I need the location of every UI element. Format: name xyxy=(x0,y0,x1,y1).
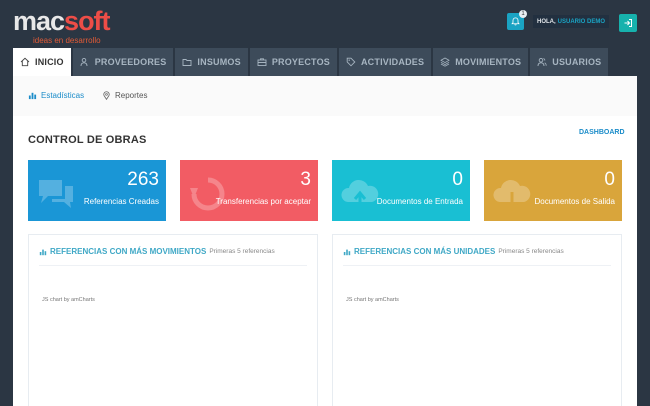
notification-count-badge: 1 xyxy=(519,10,527,18)
tab-insumos[interactable]: INSUMOS xyxy=(175,48,248,76)
tab-actividades-label: ACTIVIDADES xyxy=(360,57,425,67)
users-icon xyxy=(80,57,88,67)
folder-icon xyxy=(182,59,192,66)
tab-usuarios[interactable]: USUARIOS xyxy=(530,48,609,76)
user-menu[interactable]: HOLA, USUARIO DEMO xyxy=(533,15,609,28)
stat-documentos-salida[interactable]: 0 Documentos de Salida xyxy=(484,160,622,221)
logo-wordmark: macsoft xyxy=(13,6,111,36)
panel-referencias-unidades: REFERENCIAS CON MÁS UNIDADES Primeras 5 … xyxy=(332,234,622,406)
users-icon xyxy=(537,57,547,67)
stat-label: Referencias Creadas xyxy=(83,197,159,206)
bar-chart-icon xyxy=(343,249,351,255)
layers-icon xyxy=(440,57,451,67)
sub-navigation: Estadísticas Reportes xyxy=(13,76,637,116)
divider xyxy=(39,265,307,266)
subnav-reportes[interactable]: Reportes xyxy=(102,91,147,100)
tab-inicio[interactable]: INICIO xyxy=(13,48,71,76)
home-icon xyxy=(20,57,30,67)
stat-transferencias[interactable]: 3 Transferencias por aceptar xyxy=(180,160,318,221)
top-header: macsoft ideas en desarrollo 1 HOLA, USUA… xyxy=(0,0,650,46)
panel-referencias-movimientos: REFERENCIAS CON MÁS MOVIMIENTOS Primeras… xyxy=(28,234,318,406)
subnav-estadisticas[interactable]: Estadísticas xyxy=(28,91,84,100)
stat-value: 3 xyxy=(300,169,311,190)
tab-movimientos-label: MOVIMIENTOS xyxy=(455,57,522,67)
refresh-icon xyxy=(190,177,225,211)
logo[interactable]: macsoft ideas en desarrollo xyxy=(13,6,111,46)
tab-proyectos[interactable]: PROYECTOS xyxy=(249,48,337,76)
logout-button[interactable] xyxy=(619,14,637,32)
briefcase-icon xyxy=(257,58,267,66)
panel-header: REFERENCIAS CON MÁS MOVIMIENTOS Primeras… xyxy=(39,247,275,256)
subnav-reportes-label: Reportes xyxy=(115,91,148,100)
stat-referencias-creadas[interactable]: 263 Referencias Creadas xyxy=(28,160,166,221)
divider xyxy=(343,265,611,266)
username-text: USUARIO DEMO xyxy=(557,18,605,25)
panel-header: REFERENCIAS CON MÁS UNIDADES Primeras 5 … xyxy=(343,247,564,256)
bar-chart-icon xyxy=(39,249,47,255)
chart-credit-link[interactable]: JS chart by amCharts xyxy=(346,297,399,303)
map-pin-icon xyxy=(103,91,110,100)
panel-subtitle: Primeras 5 referencias xyxy=(209,248,275,255)
content-area: CONTROL DE OBRAS DASHBOARD 263 Referenci… xyxy=(13,116,637,406)
stat-documentos-entrada[interactable]: 0 Documentos de Entrada xyxy=(332,160,470,221)
tab-proveedores-label: PROVEEDORES xyxy=(94,57,167,67)
stat-label: Documentos de Salida xyxy=(534,197,616,206)
dashboard-link[interactable]: DASHBOARD xyxy=(579,129,625,136)
sign-out-icon xyxy=(624,19,632,27)
tab-usuarios-label: USUARIOS xyxy=(552,57,602,67)
subnav-estadisticas-label: Estadísticas xyxy=(41,91,85,100)
panel-title: REFERENCIAS CON MÁS MOVIMIENTOS xyxy=(50,247,207,256)
stat-value: 0 xyxy=(452,169,463,190)
stat-value: 263 xyxy=(127,169,159,190)
main-nav: INICIO PROVEEDORES INSUMOS PROYECTOS ACT… xyxy=(13,48,610,76)
tab-movimientos[interactable]: MOVIMIENTOS xyxy=(433,48,529,76)
tab-proveedores[interactable]: PROVEEDORES xyxy=(72,48,174,76)
stat-label: Documentos de Entrada xyxy=(376,197,463,206)
tag-icon xyxy=(346,57,356,67)
tab-proyectos-label: PROYECTOS xyxy=(271,57,330,67)
bell-icon xyxy=(511,17,520,26)
tab-actividades[interactable]: ACTIVIDADES xyxy=(338,48,432,76)
tab-insumos-label: INSUMOS xyxy=(197,57,241,67)
stat-label: Transferencias por aceptar xyxy=(215,197,311,206)
main-panel: Estadísticas Reportes CONTROL DE OBRAS D… xyxy=(13,76,637,406)
chart-credit-link[interactable]: JS chart by amCharts xyxy=(42,297,95,303)
comments-icon xyxy=(39,180,73,208)
panel-subtitle: Primeras 5 referencias xyxy=(498,248,564,255)
logo-tagline: ideas en desarrollo xyxy=(33,36,101,45)
greeting-text: HOLA, xyxy=(536,18,556,25)
cloud-upload-icon xyxy=(341,179,379,210)
stat-value: 0 xyxy=(604,169,615,190)
tab-inicio-label: INICIO xyxy=(35,57,64,67)
page-title: CONTROL DE OBRAS xyxy=(28,134,147,146)
panel-title: REFERENCIAS CON MÁS UNIDADES xyxy=(354,247,496,256)
bar-chart-icon xyxy=(28,92,37,100)
cloud-download-icon xyxy=(493,179,531,212)
